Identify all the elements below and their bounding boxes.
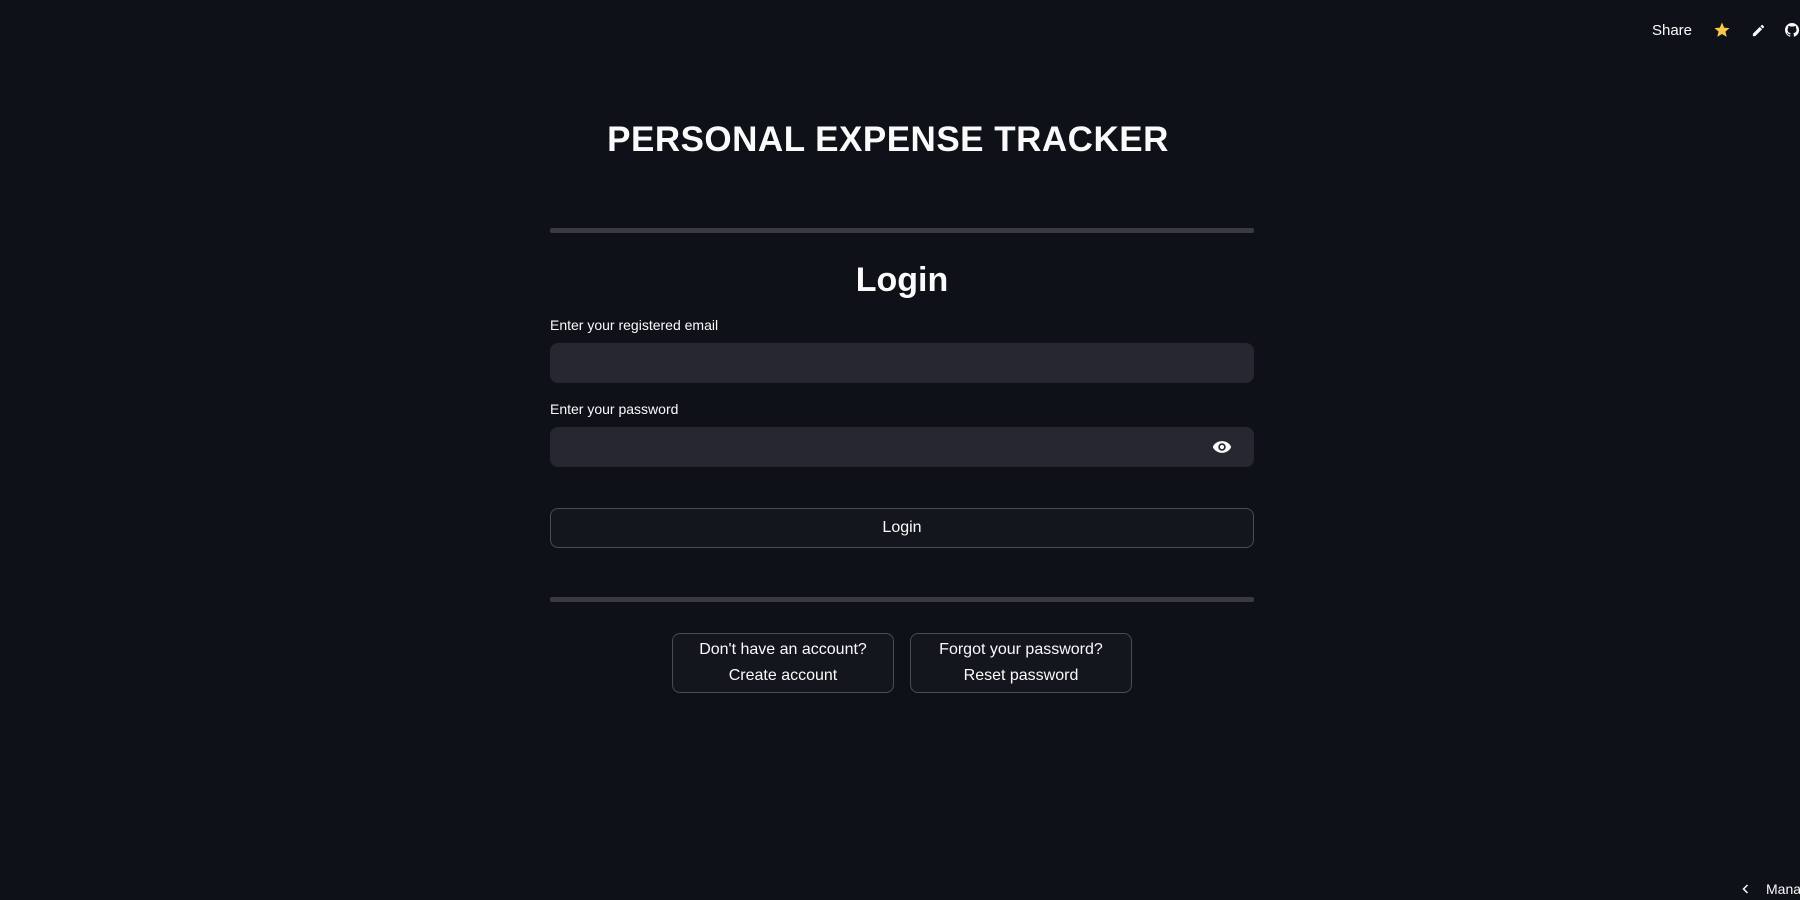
reset-action: Reset password	[963, 667, 1079, 684]
password-field-wrapper	[550, 427, 1254, 467]
star-icon[interactable]	[1712, 20, 1732, 40]
password-label: Enter your password	[550, 401, 679, 417]
show-password-eye-icon[interactable]	[1212, 437, 1232, 457]
signup-action: Create account	[728, 667, 838, 684]
chevron-left-icon	[1740, 883, 1752, 895]
account-links: Don't have an account? Create account Fo…	[550, 633, 1254, 693]
email-field-wrapper	[550, 343, 1254, 383]
password-field[interactable]	[550, 427, 1254, 467]
reset-password-button[interactable]: Forgot your password? Reset password	[910, 633, 1132, 693]
github-icon[interactable]	[1784, 20, 1800, 40]
manage-app-button[interactable]: Mana	[1740, 878, 1800, 900]
top-toolbar: Share	[1652, 18, 1800, 42]
signup-prompt: Don't have an account?	[699, 641, 867, 658]
bottom-divider	[550, 597, 1254, 602]
manage-app-label: Mana	[1766, 881, 1800, 897]
login-heading: Login	[855, 261, 949, 299]
share-button[interactable]: Share	[1652, 22, 1692, 39]
reset-prompt: Forgot your password?	[939, 641, 1103, 658]
pencil-icon[interactable]	[1748, 20, 1768, 40]
top-divider	[550, 228, 1254, 233]
create-account-button[interactable]: Don't have an account? Create account	[672, 633, 894, 693]
email-field[interactable]	[550, 343, 1254, 383]
login-button[interactable]: Login	[550, 508, 1254, 548]
login-container: Login Enter your registered email Enter …	[550, 228, 1254, 693]
email-label: Enter your registered email	[550, 317, 719, 333]
app-title: PERSONAL EXPENSE TRACKER	[607, 120, 1169, 159]
